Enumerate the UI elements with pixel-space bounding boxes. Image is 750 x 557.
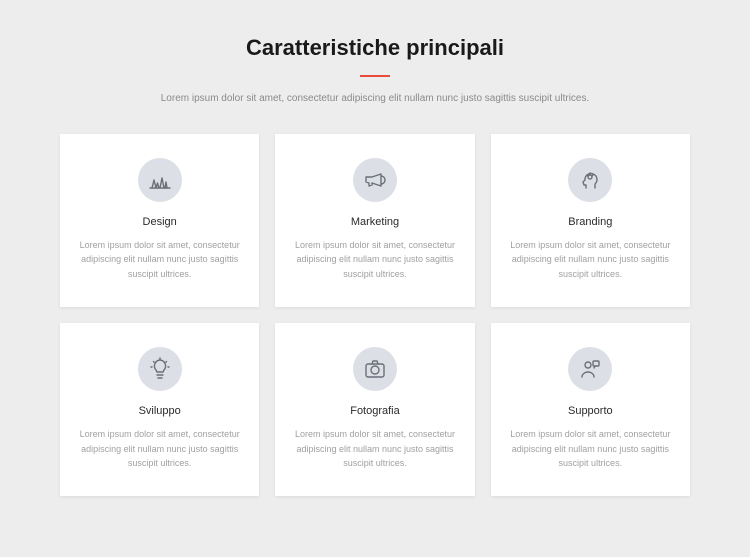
feature-card-title: Sviluppo <box>78 405 241 417</box>
head-idea-icon <box>568 158 612 202</box>
page-subtitle: Lorem ipsum dolor sit amet, consectetur … <box>60 91 690 106</box>
section-header: Caratteristiche principali Lorem ipsum d… <box>60 35 690 106</box>
feature-card-sviluppo: Sviluppo Lorem ipsum dolor sit amet, con… <box>60 323 259 496</box>
feature-card-supporto: Supporto Lorem ipsum dolor sit amet, con… <box>491 323 690 496</box>
megaphone-icon <box>353 158 397 202</box>
feature-card-title: Design <box>78 216 241 228</box>
feature-card-desc: Lorem ipsum dolor sit amet, consectetur … <box>509 238 672 281</box>
feature-card-title: Fotografia <box>293 405 456 417</box>
feature-card-design: Design Lorem ipsum dolor sit amet, conse… <box>60 134 259 307</box>
support-person-icon <box>568 347 612 391</box>
design-icon <box>138 158 182 202</box>
lightbulb-icon <box>138 347 182 391</box>
camera-icon <box>353 347 397 391</box>
feature-card-desc: Lorem ipsum dolor sit amet, consectetur … <box>509 427 672 470</box>
feature-card-desc: Lorem ipsum dolor sit amet, consectetur … <box>293 427 456 470</box>
feature-card-title: Branding <box>509 216 672 228</box>
feature-card-fotografia: Fotografia Lorem ipsum dolor sit amet, c… <box>275 323 474 496</box>
feature-grid: Design Lorem ipsum dolor sit amet, conse… <box>60 134 690 496</box>
feature-card-desc: Lorem ipsum dolor sit amet, consectetur … <box>78 427 241 470</box>
feature-card-title: Supporto <box>509 405 672 417</box>
feature-card-marketing: Marketing Lorem ipsum dolor sit amet, co… <box>275 134 474 307</box>
accent-divider <box>360 75 390 77</box>
feature-card-desc: Lorem ipsum dolor sit amet, consectetur … <box>78 238 241 281</box>
feature-card-title: Marketing <box>293 216 456 228</box>
feature-card-branding: Branding Lorem ipsum dolor sit amet, con… <box>491 134 690 307</box>
feature-card-desc: Lorem ipsum dolor sit amet, consectetur … <box>293 238 456 281</box>
page-title: Caratteristiche principali <box>60 35 690 61</box>
